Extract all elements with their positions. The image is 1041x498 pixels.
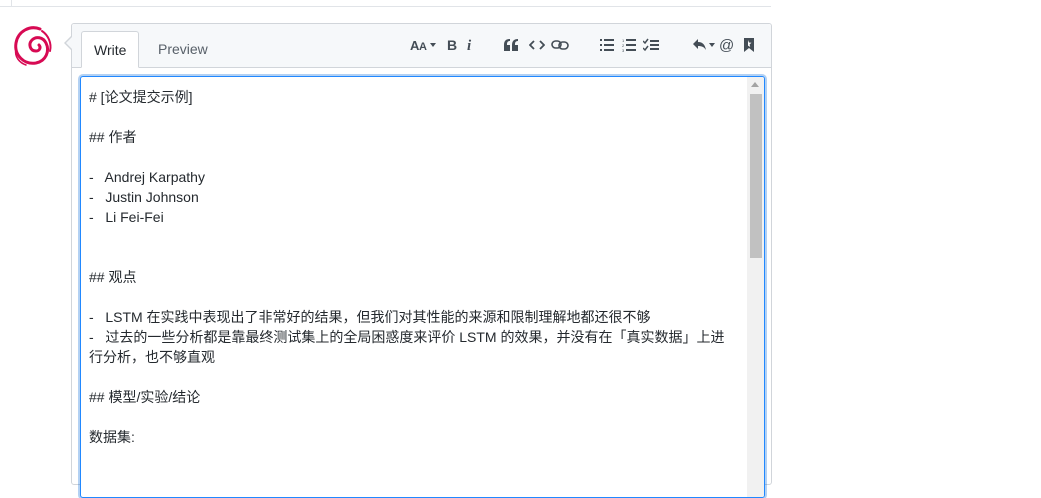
scroll-up-arrow-icon[interactable] <box>751 82 759 87</box>
comment-form: Write Preview A A B i 1 2 3 @ # [论文提交示例]… <box>64 23 772 498</box>
comment-textarea[interactable]: # [论文提交示例] ## 作者 - Andrej Karpathy - Justin… <box>80 76 765 498</box>
bold-icon[interactable]: B <box>443 36 461 54</box>
scrollbar[interactable] <box>747 77 764 497</box>
editor-line: 行分析，也不够直观 <box>89 349 215 365</box>
task-list-icon[interactable] <box>642 36 660 54</box>
editor-line: - LSTM 在实践中表现出了非常好的结果，但我们对其性能的来源和限制理解地都还… <box>89 309 651 325</box>
svg-text:i: i <box>467 38 472 52</box>
avatar[interactable] <box>12 23 54 69</box>
editor-content[interactable]: # [论文提交示例] ## 作者 - Andrej Karpathy - Justin… <box>89 87 729 447</box>
code-icon[interactable] <box>528 36 546 54</box>
editor-line: ## 模型/实验/结论 <box>89 389 201 405</box>
tab-preview[interactable]: Preview <box>146 31 220 67</box>
link-icon[interactable] <box>551 36 569 54</box>
timeline-divider <box>0 0 771 7</box>
editor-line: - Li Fei-Fei <box>89 209 164 225</box>
editor-line: - Justin Johnson <box>89 189 199 205</box>
editor-line: 数据集: <box>89 429 135 445</box>
svg-text:B: B <box>447 38 457 52</box>
editor-line: ## 作者 <box>89 129 137 145</box>
scrollbar-thumb[interactable] <box>750 94 762 258</box>
mention-icon[interactable]: @ <box>718 36 736 54</box>
svg-text:A: A <box>419 41 427 52</box>
bookmark-icon[interactable] <box>740 36 758 54</box>
italic-icon[interactable]: i <box>461 36 479 54</box>
quote-icon[interactable] <box>502 36 520 54</box>
text-size-icon[interactable]: A A <box>410 36 438 54</box>
ordered-list-icon[interactable]: 1 2 3 <box>620 36 638 54</box>
editor-line: ## 观点 <box>89 269 137 285</box>
svg-text:3: 3 <box>622 48 625 52</box>
editor-line: - 过去的一些分析都是靠最终测试集上的全局困惑度来评价 LSTM 的效果，并没有… <box>89 329 725 345</box>
reply-icon[interactable] <box>692 36 716 54</box>
comment-header: Write Preview A A B i 1 2 3 @ <box>72 24 771 68</box>
debian-swirl-icon <box>14 26 52 66</box>
tab-write[interactable]: Write <box>81 31 140 68</box>
svg-text:@: @ <box>719 37 734 53</box>
unordered-list-icon[interactable] <box>598 36 616 54</box>
editor-line: - Andrej Karpathy <box>89 169 205 185</box>
editor-line: # [论文提交示例] <box>89 89 193 105</box>
